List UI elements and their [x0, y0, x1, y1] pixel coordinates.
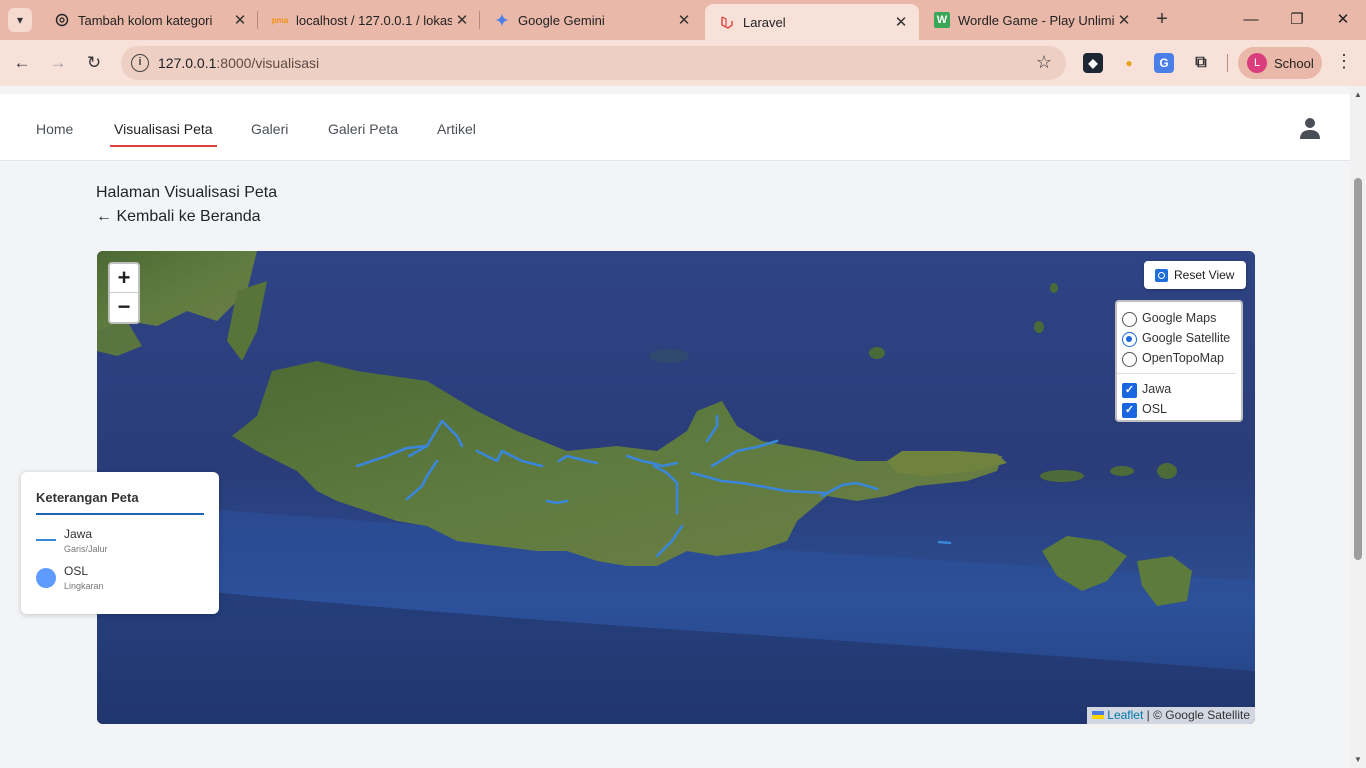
leaflet-link[interactable]: Leaflet	[1107, 708, 1143, 722]
tab-title: Tambah kolom kategori	[78, 12, 213, 28]
nav-visualisasi-peta[interactable]: Visualisasi Peta	[110, 121, 217, 147]
overlay-jawa[interactable]: ✓ Jawa	[1122, 379, 1241, 399]
forward-arrow-icon[interactable]: →	[46, 51, 70, 75]
base-layer-label: OpenTopoMap	[1142, 351, 1225, 365]
tab-gemini[interactable]: Google Gemini ✕	[480, 0, 702, 40]
phpmyadmin-icon: pma	[271, 15, 289, 25]
checkbox-jawa[interactable]: ✓	[1122, 383, 1137, 398]
wordle-icon: W	[934, 12, 950, 28]
radio-opentopomap[interactable]	[1122, 352, 1137, 367]
base-layer-label: Google Maps	[1142, 311, 1217, 325]
site-info-icon[interactable]: i	[131, 54, 149, 72]
page-title: Halaman Visualisasi Peta	[96, 184, 278, 201]
tab-close-icon[interactable]: ✕	[891, 13, 911, 31]
reload-icon[interactable]: ↻	[82, 51, 106, 75]
tab-phpmyadmin[interactable]: pma localhost / 127.0.0.1 / lokasi ✕	[258, 0, 480, 40]
reset-view-icon	[1155, 268, 1168, 282]
bookmark-star-icon[interactable]: ☆	[1036, 52, 1052, 73]
user-icon[interactable]	[1298, 116, 1322, 140]
laravel-icon	[719, 14, 735, 30]
layer-divider	[1117, 373, 1236, 374]
legend-item-name: Jawa	[64, 527, 93, 541]
reset-view-label: Reset View	[1174, 268, 1235, 282]
zoom-control: + −	[108, 262, 140, 324]
address-bar[interactable]: i 127.0.0.1:8000/visualisasi ☆	[121, 46, 1066, 80]
overlay-label: Jawa	[1142, 382, 1172, 396]
page-viewport: Home Visualisasi Peta Galeri Galeri Peta…	[0, 86, 1350, 768]
base-layer-opentopomap[interactable]: OpenTopoMap	[1122, 348, 1241, 368]
ukraine-flag-icon	[1092, 711, 1105, 719]
scroll-up-icon[interactable]: ▲	[1354, 90, 1362, 99]
checkbox-osl[interactable]: ✓	[1122, 403, 1137, 418]
browser-toolbar: ← → ↻ i 127.0.0.1:8000/visualisasi ☆ ◆ ●…	[0, 40, 1366, 86]
legend-item-type: Garis/Jalur	[64, 544, 108, 554]
legend-line-icon	[36, 539, 56, 541]
radio-google-satellite[interactable]	[1122, 332, 1137, 347]
layer-control: Google Maps Google Satellite OpenTopoMap…	[1115, 300, 1243, 422]
url-host: 127.0.0.1	[158, 55, 217, 71]
extension-shield-icon[interactable]: ◆	[1083, 53, 1103, 73]
scrollbar-thumb[interactable]	[1354, 178, 1362, 560]
translate-icon[interactable]: G	[1154, 53, 1174, 73]
avatar: L	[1247, 53, 1267, 73]
tab-close-icon[interactable]: ✕	[674, 11, 694, 29]
extensions-puzzle-icon[interactable]: ⧉	[1191, 53, 1211, 73]
legend-divider	[36, 513, 204, 515]
attribution-text: | © Google Satellite	[1146, 708, 1250, 722]
tab-search-button[interactable]: ▾	[8, 8, 32, 32]
legend-title: Keterangan Peta	[36, 490, 139, 505]
legend-circle-icon	[36, 568, 56, 588]
nav-galeri[interactable]: Galeri	[251, 121, 288, 137]
nav-galeri-peta[interactable]: Galeri Peta	[328, 121, 398, 137]
tab-title: localhost / 127.0.0.1 / lokasi	[296, 12, 452, 28]
tab-title: Wordle Game - Play Unlimited	[958, 12, 1114, 28]
back-arrow-icon[interactable]: ←	[10, 51, 34, 75]
satellite-basemap	[97, 251, 1255, 724]
site-navbar: Home Visualisasi Peta Galeri Galeri Peta…	[0, 94, 1350, 161]
tab-wordle[interactable]: W Wordle Game - Play Unlimited ✕	[920, 0, 1142, 40]
openai-icon	[54, 12, 70, 28]
nav-home[interactable]: Home	[36, 121, 73, 137]
new-tab-button[interactable]: +	[1150, 8, 1174, 32]
restore-button[interactable]: ❐	[1274, 0, 1320, 40]
map-legend: Keterangan Peta Jawa Garis/Jalur OSL Lin…	[21, 472, 219, 614]
tab-close-icon[interactable]: ✕	[1114, 11, 1134, 29]
tab-title: Laravel	[743, 14, 786, 30]
base-layer-label: Google Satellite	[1142, 331, 1231, 345]
overlay-osl[interactable]: ✓ OSL	[1122, 399, 1241, 419]
base-layer-google-maps[interactable]: Google Maps	[1122, 308, 1241, 328]
radio-google-maps[interactable]	[1122, 312, 1137, 327]
zoom-out-button[interactable]: −	[110, 293, 138, 322]
scroll-down-icon[interactable]: ▼	[1354, 755, 1362, 764]
tab-title: Google Gemini	[518, 12, 605, 28]
minimize-button[interactable]: —	[1228, 0, 1274, 40]
map-attribution: Leaflet | © Google Satellite	[1087, 707, 1255, 724]
nav-artikel[interactable]: Artikel	[437, 121, 476, 137]
tab-close-icon[interactable]: ✕	[452, 11, 472, 29]
browser-menu-icon[interactable]: ⋮	[1334, 51, 1354, 72]
zoom-in-button[interactable]: +	[110, 264, 138, 293]
toolbar-divider	[1227, 54, 1228, 72]
gemini-icon	[494, 12, 510, 28]
profile-name: School	[1274, 55, 1314, 71]
tab-laravel[interactable]: Laravel ✕	[705, 4, 919, 40]
close-window-button[interactable]: ✕	[1320, 0, 1366, 40]
profile-button[interactable]: L School	[1238, 47, 1322, 79]
tab-close-icon[interactable]: ✕	[230, 11, 250, 29]
base-layer-google-satellite[interactable]: Google Satellite	[1122, 328, 1241, 348]
overlay-label: OSL	[1142, 402, 1168, 416]
extension-key-icon[interactable]: ●	[1119, 53, 1139, 73]
legend-item-type: Lingkaran	[64, 581, 104, 591]
url-text[interactable]: 127.0.0.1:8000/visualisasi	[158, 55, 319, 71]
page-scrollbar[interactable]: ▲ ▼	[1350, 86, 1366, 768]
map-container[interactable]: + − Reset View Google Maps Google Satell…	[97, 251, 1255, 724]
url-path: :8000/visualisasi	[216, 55, 320, 71]
reset-view-button[interactable]: Reset View	[1144, 261, 1246, 289]
legend-item-name: OSL	[64, 564, 89, 578]
tab-tambah-kolom[interactable]: Tambah kolom kategori ✕	[40, 0, 258, 40]
back-to-home-link[interactable]: ← Kembali ke Beranda	[96, 208, 261, 226]
browser-tab-strip: ▾ Tambah kolom kategori ✕ pma localhost …	[0, 0, 1366, 40]
